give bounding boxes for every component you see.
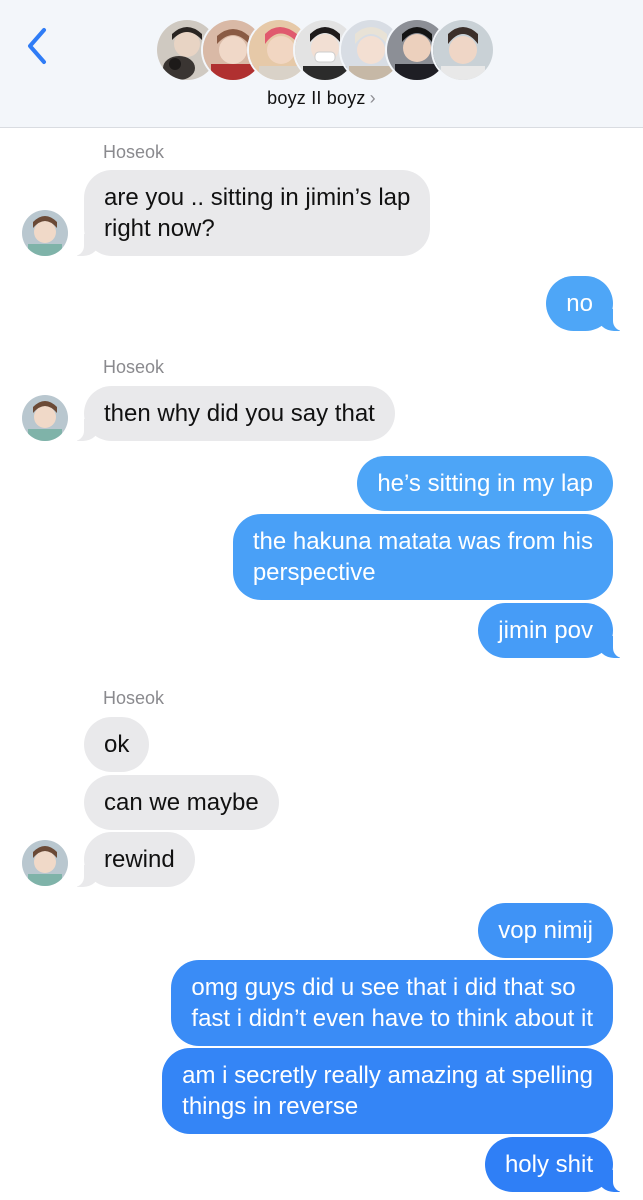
message-text: am i secretly really amazing at spelling xyxy=(182,1062,593,1089)
message-text: the hakuna matata was from his xyxy=(252,528,593,555)
sender-name: Hoseok xyxy=(103,357,165,377)
message-bubble[interactable]: he’s sitting in my lap xyxy=(357,456,613,511)
message-bubble[interactable]: then why did you say that xyxy=(72,386,395,441)
message-bubble[interactable]: no xyxy=(546,276,625,331)
message-bubble[interactable]: are you .. sitting in jimin’s lap right … xyxy=(71,170,431,256)
message-bubble[interactable]: vop nimij xyxy=(478,903,613,958)
message-text: things in reverse xyxy=(182,1093,359,1120)
message-text: perspective xyxy=(252,559,376,586)
message-bubble[interactable]: can we maybe xyxy=(84,775,279,830)
message-bubble[interactable]: am i secretly really amazing at spelling… xyxy=(162,1048,613,1134)
message-bubble[interactable]: omg guys did u see that i did that so fa… xyxy=(171,960,613,1046)
sender-name: Hoseok xyxy=(103,142,165,162)
message-text: omg guys did u see that i did that so xyxy=(191,974,576,1001)
message-list[interactable]: Hoseok are you .. sitting in jimin’s lap… xyxy=(0,128,643,1200)
message-bubble[interactable]: holy shit xyxy=(484,1137,626,1192)
group-avatars[interactable] xyxy=(155,18,495,82)
message-text: are you .. sitting in jimin’s lap xyxy=(104,184,411,211)
message-bubble[interactable]: jimin pov xyxy=(478,603,625,658)
message-bubble[interactable]: ok xyxy=(84,717,150,772)
sender-name: Hoseok xyxy=(103,688,165,708)
avatar[interactable] xyxy=(22,395,68,441)
message-text: right now? xyxy=(104,215,215,242)
message-bubble[interactable]: rewind xyxy=(72,832,195,887)
message-bubble[interactable]: the hakuna matata was from his perspecti… xyxy=(232,514,613,600)
group-name: boyz II boyz xyxy=(267,88,366,108)
chevron-right-icon: › xyxy=(369,88,376,108)
avatar[interactable] xyxy=(22,210,68,256)
group-name-button[interactable]: boyz II boyz › xyxy=(0,88,643,109)
conversation-header: boyz II boyz › xyxy=(0,0,643,128)
member-avatar xyxy=(431,18,495,82)
message-text: fast i didn’t even have to think about i… xyxy=(191,1005,593,1032)
avatar[interactable] xyxy=(22,840,68,886)
chevron-left-icon[interactable] xyxy=(20,24,54,68)
